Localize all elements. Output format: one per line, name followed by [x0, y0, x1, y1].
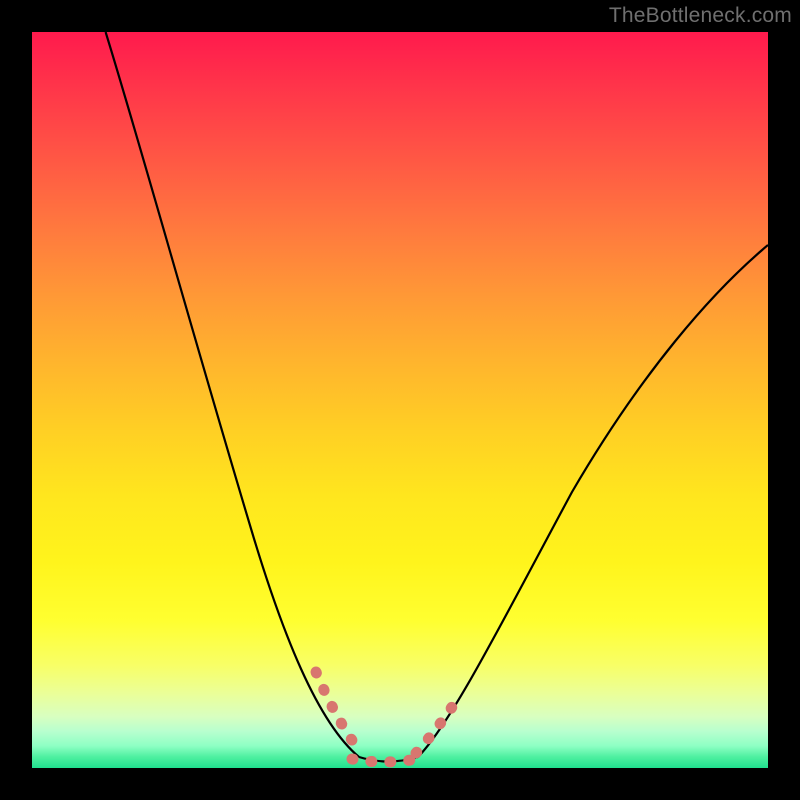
plot-area	[32, 32, 768, 768]
curve-right-ascent	[418, 245, 768, 757]
watermark-text: TheBottleneck.com	[609, 4, 792, 28]
curve-left-descent	[106, 32, 359, 757]
highlight-right-ascent	[416, 707, 452, 753]
curve-layer	[32, 32, 768, 768]
chart-frame: TheBottleneck.com	[0, 0, 800, 800]
